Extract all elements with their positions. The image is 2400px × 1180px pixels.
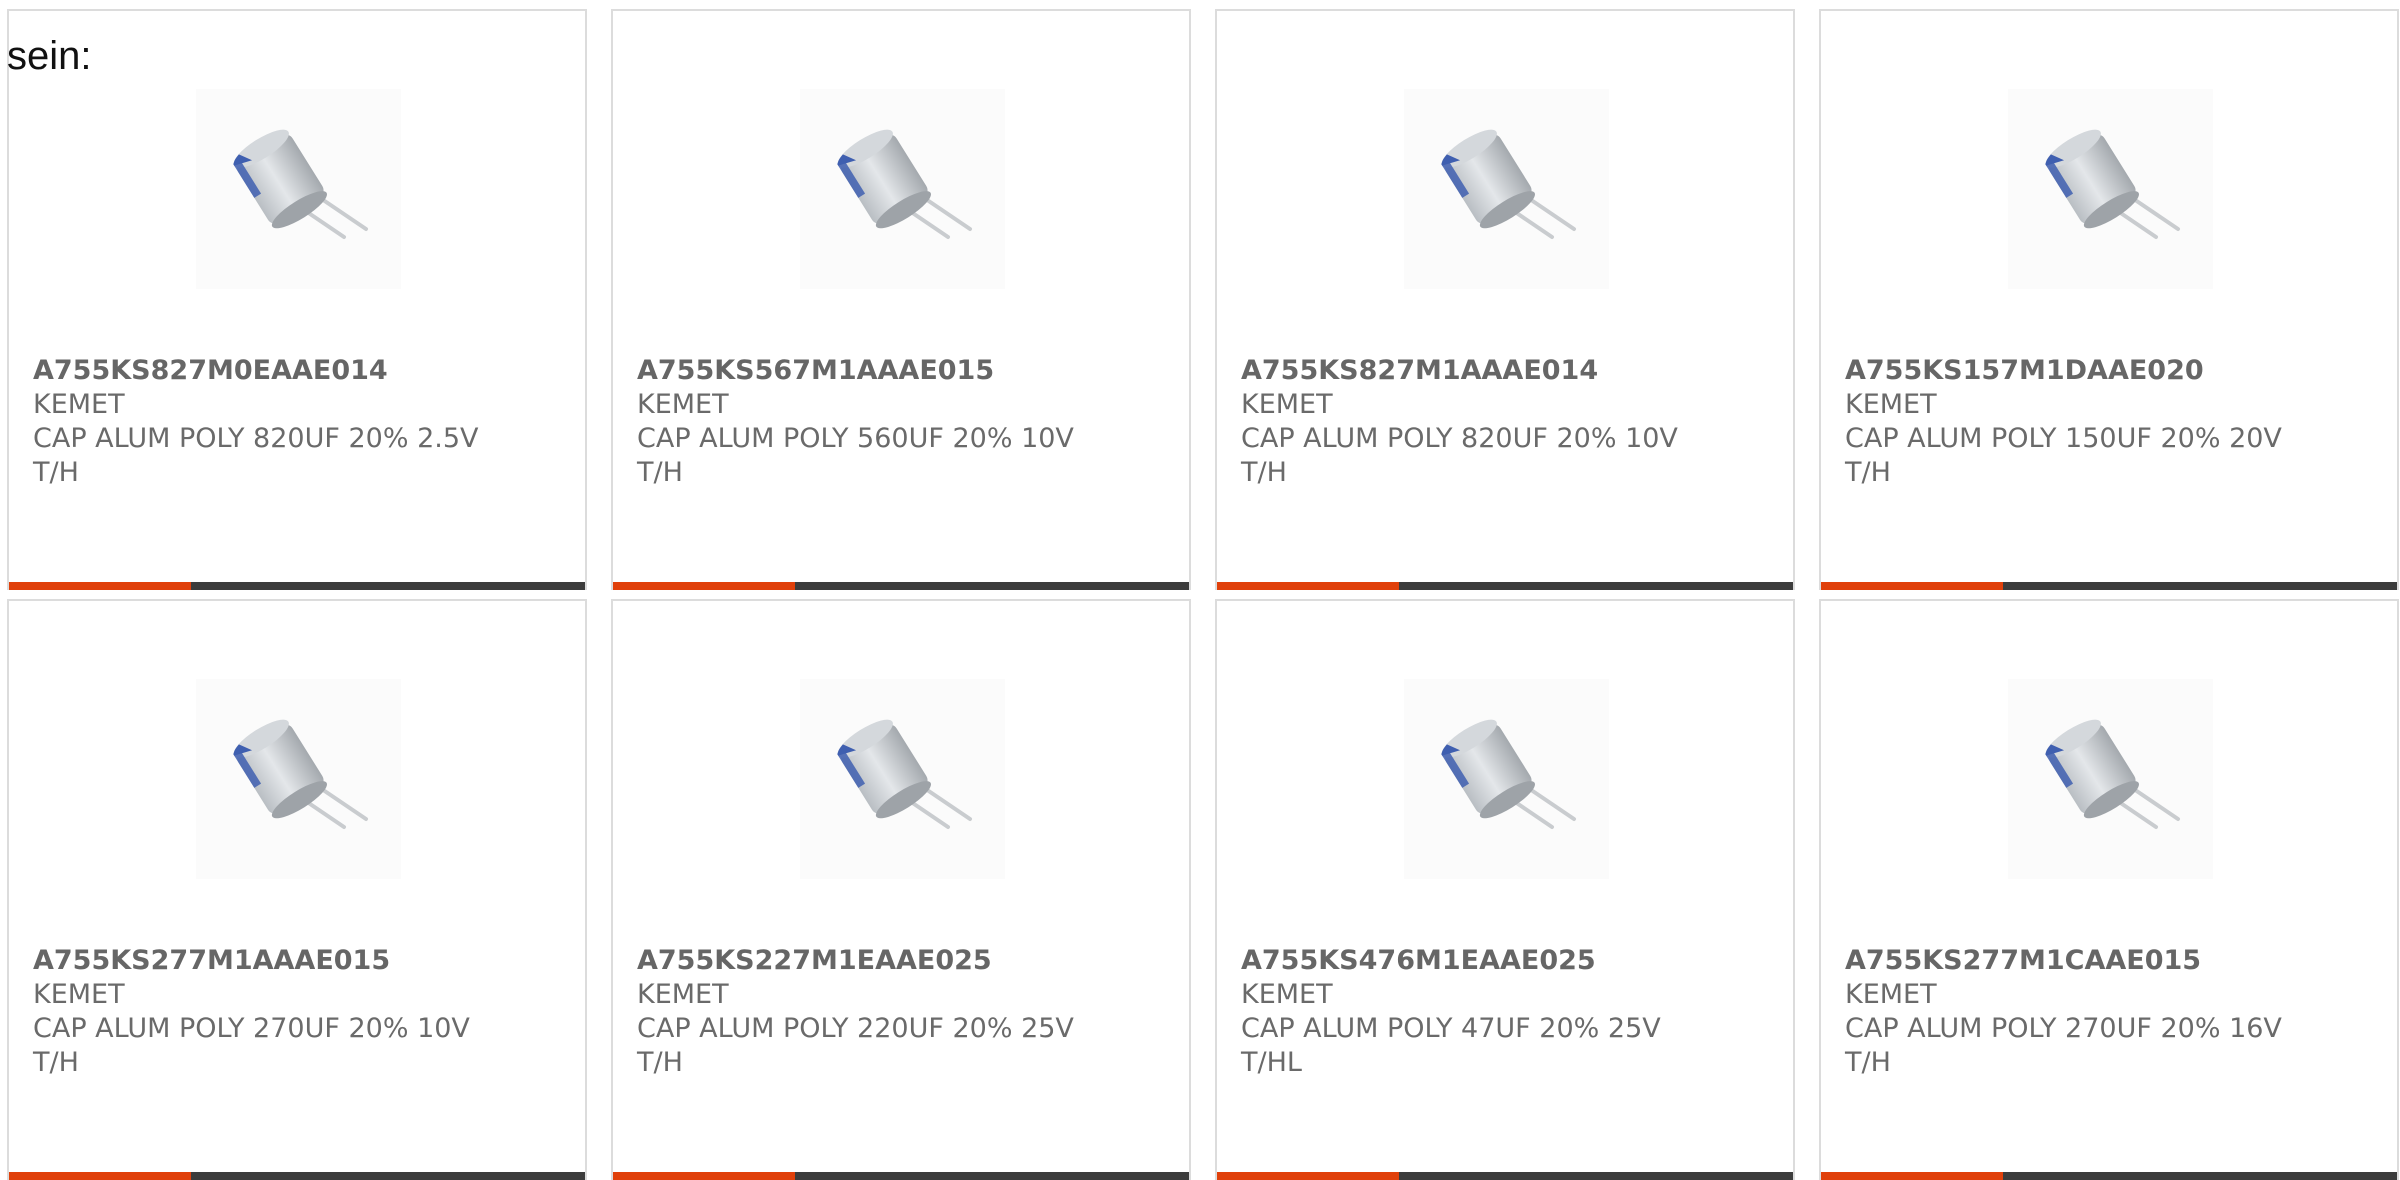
part-number[interactable]: A755KS277M1AAAE015: [33, 944, 565, 978]
manufacturer: KEMET: [1845, 389, 1937, 420]
description: CAP ALUM POLY 150UF 20% 20V: [1845, 423, 2282, 454]
part-number[interactable]: A755KS277M1CAAE015: [1845, 944, 2377, 978]
product-info: A755KS227M1EAAE025 KEMET CAP ALUM POLY 2…: [637, 944, 1169, 1080]
card-accent-bar: [9, 582, 191, 590]
description: CAP ALUM POLY 270UF 20% 16V: [1845, 1013, 2282, 1044]
card-footer-bar: [613, 582, 1189, 590]
card-accent-bar: [613, 582, 795, 590]
card-accent-bar: [1821, 582, 2003, 590]
manufacturer: KEMET: [33, 979, 125, 1010]
product-card[interactable]: A755KS157M1DAAE020 KEMET CAP ALUM POLY 1…: [1819, 9, 2399, 590]
card-footer-bar: [1217, 1172, 1793, 1180]
product-card[interactable]: A755KS827M0EAAE014 KEMET CAP ALUM POLY 8…: [7, 9, 587, 590]
description: CAP ALUM POLY 820UF 20% 2.5V: [33, 423, 479, 454]
product-info: A755KS827M0EAAE014 KEMET CAP ALUM POLY 8…: [33, 354, 565, 490]
manufacturer: KEMET: [33, 389, 125, 420]
capacitor-icon[interactable]: [196, 89, 401, 289]
part-number[interactable]: A755KS227M1EAAE025: [637, 944, 1169, 978]
capacitor-icon[interactable]: [800, 89, 1005, 289]
product-card[interactable]: A755KS277M1CAAE015 KEMET CAP ALUM POLY 2…: [1819, 599, 2399, 1180]
description: CAP ALUM POLY 820UF 20% 10V: [1241, 423, 1678, 454]
product-card[interactable]: A755KS827M1AAAE014 KEMET CAP ALUM POLY 8…: [1215, 9, 1795, 590]
card-footer-bar: [613, 1172, 1189, 1180]
card-accent-bar: [1821, 1172, 2003, 1180]
capacitor-icon[interactable]: [800, 679, 1005, 879]
capacitor-icon[interactable]: [1404, 89, 1609, 289]
card-accent-bar: [1217, 1172, 1399, 1180]
manufacturer: KEMET: [637, 389, 729, 420]
capacitor-icon[interactable]: [2008, 89, 2213, 289]
card-footer-bar: [1217, 582, 1793, 590]
part-number[interactable]: A755KS567M1AAAE015: [637, 354, 1169, 388]
mount-type: T/H: [1845, 457, 1891, 488]
mount-type: T/H: [637, 457, 683, 488]
product-info: A755KS476M1EAAE025 KEMET CAP ALUM POLY 4…: [1241, 944, 1773, 1080]
manufacturer: KEMET: [1241, 979, 1333, 1010]
card-footer-bar: [1821, 1172, 2397, 1180]
manufacturer: KEMET: [1241, 389, 1333, 420]
product-grid: A755KS827M0EAAE014 KEMET CAP ALUM POLY 8…: [7, 9, 2399, 1180]
part-number[interactable]: A755KS827M1AAAE014: [1241, 354, 1773, 388]
product-card[interactable]: A755KS476M1EAAE025 KEMET CAP ALUM POLY 4…: [1215, 599, 1795, 1180]
intro-text: sein:: [7, 34, 92, 78]
part-number[interactable]: A755KS157M1DAAE020: [1845, 354, 2377, 388]
manufacturer: KEMET: [1845, 979, 1937, 1010]
part-number[interactable]: A755KS476M1EAAE025: [1241, 944, 1773, 978]
part-number[interactable]: A755KS827M0EAAE014: [33, 354, 565, 388]
card-accent-bar: [613, 1172, 795, 1180]
card-accent-bar: [1217, 582, 1399, 590]
capacitor-icon[interactable]: [196, 679, 401, 879]
mount-type: T/H: [33, 457, 79, 488]
card-accent-bar: [9, 1172, 191, 1180]
mount-type: T/HL: [1241, 1047, 1302, 1078]
product-card[interactable]: A755KS567M1AAAE015 KEMET CAP ALUM POLY 5…: [611, 9, 1191, 590]
card-footer-bar: [9, 1172, 585, 1180]
description: CAP ALUM POLY 220UF 20% 25V: [637, 1013, 1074, 1044]
mount-type: T/H: [1845, 1047, 1891, 1078]
product-card[interactable]: A755KS227M1EAAE025 KEMET CAP ALUM POLY 2…: [611, 599, 1191, 1180]
capacitor-icon[interactable]: [2008, 679, 2213, 879]
description: CAP ALUM POLY 560UF 20% 10V: [637, 423, 1074, 454]
capacitor-icon[interactable]: [1404, 679, 1609, 879]
product-info: A755KS567M1AAAE015 KEMET CAP ALUM POLY 5…: [637, 354, 1169, 490]
card-footer-bar: [1821, 582, 2397, 590]
mount-type: T/H: [1241, 457, 1287, 488]
product-info: A755KS157M1DAAE020 KEMET CAP ALUM POLY 1…: [1845, 354, 2377, 490]
card-footer-bar: [9, 582, 585, 590]
product-info: A755KS277M1CAAE015 KEMET CAP ALUM POLY 2…: [1845, 944, 2377, 1080]
mount-type: T/H: [637, 1047, 683, 1078]
product-info: A755KS277M1AAAE015 KEMET CAP ALUM POLY 2…: [33, 944, 565, 1080]
product-info: A755KS827M1AAAE014 KEMET CAP ALUM POLY 8…: [1241, 354, 1773, 490]
manufacturer: KEMET: [637, 979, 729, 1010]
product-card[interactable]: A755KS277M1AAAE015 KEMET CAP ALUM POLY 2…: [7, 599, 587, 1180]
mount-type: T/H: [33, 1047, 79, 1078]
description: CAP ALUM POLY 47UF 20% 25V: [1241, 1013, 1661, 1044]
description: CAP ALUM POLY 270UF 20% 10V: [33, 1013, 470, 1044]
